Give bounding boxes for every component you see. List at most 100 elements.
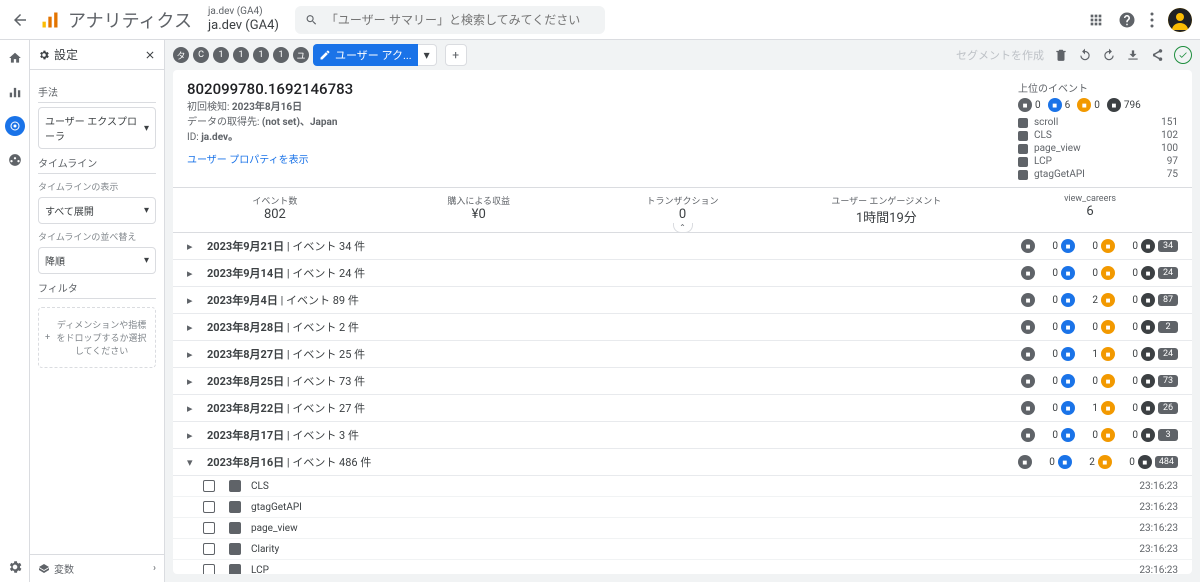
user-properties-link[interactable]: ユーザー プロパティを表示 xyxy=(187,151,353,166)
day-row[interactable]: ▸2023年9月14日 | イベント 24 件■0■0■0■24 xyxy=(173,260,1192,287)
event-item[interactable]: CLS23:16:23 xyxy=(173,476,1192,497)
day-row[interactable]: ▸2023年8月27日 | イベント 25 件■0■1■0■24 xyxy=(173,341,1192,368)
day-chip: ■ xyxy=(1061,320,1075,334)
timeline-display-dropdown[interactable]: すべて展開 ▾ xyxy=(38,197,156,224)
day-chip: ■ xyxy=(1101,401,1115,415)
day-chip: ■ xyxy=(1061,428,1075,442)
day-chip: ■ xyxy=(1061,401,1075,415)
user-header: 802099780.1692146783 初回検知: 2023年8月16日 デー… xyxy=(173,70,1192,187)
redo-icon[interactable] xyxy=(1102,48,1116,62)
tab-inactive[interactable]: ユ xyxy=(293,47,309,63)
day-row[interactable]: ▸2023年8月22日 | イベント 27 件■0■1■0■26 xyxy=(173,395,1192,422)
create-segment-link[interactable]: セグメントを作成 xyxy=(956,47,1044,63)
rail-reports-icon[interactable] xyxy=(5,82,25,102)
rail-advertising-icon[interactable] xyxy=(5,150,25,170)
event-checkbox[interactable] xyxy=(203,480,215,492)
expand-icon[interactable]: ▸ xyxy=(187,429,201,442)
property-sub: ja.dev (GA4) xyxy=(208,6,279,18)
event-item[interactable]: Clarity23:16:23 xyxy=(173,539,1192,560)
tab-inactive[interactable]: 1 xyxy=(273,47,289,63)
event-checkbox[interactable] xyxy=(203,543,215,555)
summary-chip: ■ xyxy=(1107,98,1121,112)
search-input[interactable] xyxy=(326,13,595,27)
day-row[interactable]: ▸2023年8月25日 | イベント 73 件■0■0■0■73 xyxy=(173,368,1192,395)
close-icon[interactable] xyxy=(144,49,156,61)
tab-dropdown[interactable]: ▾ xyxy=(418,44,437,66)
event-item[interactable]: LCP23:16:23 xyxy=(173,560,1192,574)
tab-add-button[interactable]: + xyxy=(445,44,467,66)
search-box[interactable] xyxy=(295,6,605,34)
tab-active[interactable]: ユーザー アク... xyxy=(313,44,418,66)
tabs-row: タC1111ユ ユーザー アク... ▾ + セグメントを作成 xyxy=(165,40,1200,70)
filter-dropzone[interactable]: + ディメンションや指標をドロップするか選択してください xyxy=(38,307,156,368)
tab-inactive[interactable]: 1 xyxy=(253,47,269,63)
event-checkbox[interactable] xyxy=(203,564,215,574)
chevron-right-icon: › xyxy=(153,563,156,574)
day-row[interactable]: ▸2023年8月17日 | イベント 3 件■0■0■0■3 xyxy=(173,422,1192,449)
event-checkbox[interactable] xyxy=(203,522,215,534)
day-chip: ■ xyxy=(1141,239,1155,253)
top-event-row: LCP97 xyxy=(1018,155,1178,168)
stat-cell: view_careers6 xyxy=(988,188,1192,232)
day-chip: ■ xyxy=(1141,266,1155,280)
timeline-sort-dropdown[interactable]: 降順 ▾ xyxy=(38,247,156,274)
method-label: 手法 xyxy=(38,84,156,103)
day-row[interactable]: ▸2023年8月28日 | イベント 2 件■0■0■0■2 xyxy=(173,314,1192,341)
event-type-icon xyxy=(1018,131,1028,141)
pencil-icon xyxy=(319,49,331,61)
expand-icon[interactable]: ▸ xyxy=(187,240,201,253)
event-type-icon xyxy=(1018,157,1028,167)
expand-icon[interactable]: ▸ xyxy=(187,348,201,361)
day-row[interactable]: ▾2023年8月16日 | イベント 486 件■0■2■0■484 xyxy=(173,449,1192,476)
day-chip: ■ xyxy=(1101,266,1115,280)
undo-icon[interactable] xyxy=(1078,48,1092,62)
property-selector[interactable]: ja.dev (GA4) ja.dev (GA4) xyxy=(208,6,279,34)
chevron-down-icon: ▾ xyxy=(144,205,149,216)
day-row[interactable]: ▸2023年9月21日 | イベント 34 件■0■0■0■34 xyxy=(173,233,1192,260)
apps-icon[interactable] xyxy=(1088,12,1104,28)
expand-icon[interactable]: ▸ xyxy=(187,402,201,415)
expand-icon[interactable]: ▸ xyxy=(187,294,201,307)
rail-explore-icon[interactable] xyxy=(5,116,25,136)
expand-icon[interactable]: ▸ xyxy=(187,375,201,388)
rail-home-icon[interactable] xyxy=(5,48,25,68)
help-icon[interactable] xyxy=(1118,11,1136,29)
analytics-logo xyxy=(40,10,60,30)
timeline-list[interactable]: ▸2023年9月21日 | イベント 34 件■0■0■0■34▸2023年9月… xyxy=(173,233,1192,574)
top-events-panel: 上位のイベント ■0■6■0■796 scroll151CLS102page_v… xyxy=(1018,80,1178,181)
expand-icon[interactable]: ▸ xyxy=(187,267,201,280)
event-item[interactable]: page_view23:16:23 xyxy=(173,518,1192,539)
variables-bar[interactable]: 変数 › xyxy=(30,554,164,582)
day-chip: ■ xyxy=(1141,320,1155,334)
back-button[interactable] xyxy=(8,8,32,32)
app-header: アナリティクス ja.dev (GA4) ja.dev (GA4) xyxy=(0,0,1200,40)
tab-inactive[interactable]: 1 xyxy=(233,47,249,63)
day-chip: ■ xyxy=(1061,347,1075,361)
day-chip: ■ xyxy=(1021,266,1035,280)
day-row[interactable]: ▸2023年9月4日 | イベント 89 件■0■2■0■87 xyxy=(173,287,1192,314)
tab-inactive[interactable]: タ xyxy=(173,47,189,63)
more-icon[interactable] xyxy=(1150,12,1154,28)
day-chip: ■ xyxy=(1101,374,1115,388)
day-chip: ■ xyxy=(1141,428,1155,442)
tab-inactive[interactable]: C xyxy=(193,47,209,63)
share-icon[interactable] xyxy=(1150,48,1164,62)
user-avatar[interactable] xyxy=(1168,8,1192,32)
day-chip: ■ xyxy=(1061,293,1075,307)
filter-label: フィルタ xyxy=(38,280,156,299)
day-chip: ■ xyxy=(1021,374,1035,388)
download-icon[interactable] xyxy=(1126,48,1140,62)
delete-icon[interactable] xyxy=(1054,48,1068,62)
method-dropdown[interactable]: ユーザー エクスプローラ ▾ xyxy=(38,107,156,149)
event-item[interactable]: gtagGetAPI23:16:23 xyxy=(173,497,1192,518)
property-main: ja.dev (GA4) xyxy=(208,18,279,34)
top-event-row: page_view100 xyxy=(1018,142,1178,155)
rail-admin-icon[interactable] xyxy=(5,562,25,582)
event-checkbox[interactable] xyxy=(203,501,215,513)
expand-icon[interactable]: ▾ xyxy=(187,456,201,469)
stat-cell: イベント数802 xyxy=(173,188,377,232)
tab-inactive[interactable]: 1 xyxy=(213,47,229,63)
settings-panel: 設定 手法 ユーザー エクスプローラ ▾ タイムライン タイムラインの表示 すべ… xyxy=(30,40,165,582)
expand-icon[interactable]: ▸ xyxy=(187,321,201,334)
status-check-icon[interactable] xyxy=(1174,46,1192,64)
